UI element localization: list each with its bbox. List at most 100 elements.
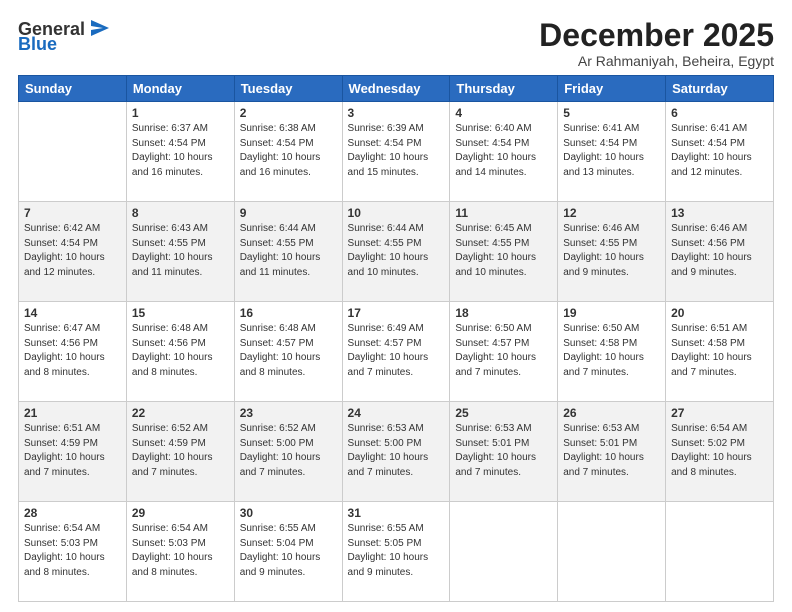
day-header-thursday: Thursday — [450, 76, 558, 102]
day-info: Sunrise: 6:48 AM Sunset: 4:56 PM Dayligh… — [132, 322, 229, 380]
day-number: 30 — [240, 506, 337, 520]
day-info: Sunrise: 6:41 AM Sunset: 4:54 PM Dayligh… — [563, 122, 660, 180]
day-number: 10 — [348, 206, 445, 220]
day-info: Sunrise: 6:46 AM Sunset: 4:55 PM Dayligh… — [563, 222, 660, 280]
calendar-cell: 14 Sunrise: 6:47 AM Sunset: 4:56 PM Dayli… — [19, 302, 127, 402]
day-number: 15 — [132, 306, 229, 320]
calendar-cell: 7Sunrise: 6:42 AM Sunset: 4:54 PM Daylig… — [19, 202, 127, 302]
day-number: 8 — [132, 206, 229, 220]
day-info: Sunrise: 6:53 AM Sunset: 5:01 PM Dayligh… — [563, 422, 660, 480]
calendar-table: SundayMondayTuesdayWednesdayThursdayFrid… — [18, 75, 774, 602]
day-info: Sunrise: 6:51 AM Sunset: 4:58 PM Dayligh… — [671, 322, 768, 380]
calendar-cell: 25Sunrise: 6:53 AM Sunset: 5:01 PM Dayli… — [450, 402, 558, 502]
day-number: 26 — [563, 406, 660, 420]
calendar-cell: 4Sunrise: 6:40 AM Sunset: 4:54 PM Daylig… — [450, 102, 558, 202]
calendar-cell: 24Sunrise: 6:53 AM Sunset: 5:00 PM Dayli… — [342, 402, 450, 502]
day-number: 18 — [455, 306, 552, 320]
day-header-friday: Friday — [558, 76, 666, 102]
calendar-cell: 26 Sunrise: 6:53 AM Sunset: 5:01 PM Dayli… — [558, 402, 666, 502]
location-title: Ar Rahmaniyah, Beheira, Egypt — [539, 53, 774, 69]
day-info: Sunrise: 6:48 AM Sunset: 4:57 PM Dayligh… — [240, 322, 337, 380]
logo-blue: Blue — [18, 34, 57, 55]
calendar-cell: 2 Sunrise: 6:38 AM Sunset: 4:54 PM Daylig… — [234, 102, 342, 202]
day-number: 31 — [348, 506, 445, 520]
day-info: Sunrise: 6:47 AM Sunset: 4:56 PM Dayligh… — [24, 322, 121, 380]
day-number: 20 — [671, 306, 768, 320]
day-info: Sunrise: 6:45 AM Sunset: 4:55 PM Dayligh… — [455, 222, 552, 280]
day-info: Sunrise: 6:41 AM Sunset: 4:54 PM Dayligh… — [671, 122, 768, 180]
day-number: 21 — [24, 406, 121, 420]
calendar-cell: 8 Sunrise: 6:43 AM Sunset: 4:55 PM Daylig… — [126, 202, 234, 302]
day-info: Sunrise: 6:42 AM Sunset: 4:54 PM Dayligh… — [24, 222, 121, 280]
day-info: Sunrise: 6:43 AM Sunset: 4:55 PM Dayligh… — [132, 222, 229, 280]
calendar-cell: 22 Sunrise: 6:52 AM Sunset: 4:59 PM Dayli… — [126, 402, 234, 502]
day-header-wednesday: Wednesday — [342, 76, 450, 102]
calendar-week-row: 21 Sunrise: 6:51 AM Sunset: 4:59 PM Dayli… — [19, 402, 774, 502]
day-info: Sunrise: 6:50 AM Sunset: 4:58 PM Dayligh… — [563, 322, 660, 380]
calendar-cell — [450, 502, 558, 602]
calendar-week-row: 1Sunrise: 6:37 AM Sunset: 4:54 PM Daylig… — [19, 102, 774, 202]
calendar-cell: 1Sunrise: 6:37 AM Sunset: 4:54 PM Daylig… — [126, 102, 234, 202]
day-info: Sunrise: 6:54 AM Sunset: 5:03 PM Dayligh… — [132, 522, 229, 580]
title-block: December 2025 Ar Rahmaniyah, Beheira, Eg… — [539, 18, 774, 69]
month-title: December 2025 — [539, 18, 774, 53]
calendar-cell — [558, 502, 666, 602]
day-number: 6 — [671, 106, 768, 120]
day-info: Sunrise: 6:55 AM Sunset: 5:04 PM Dayligh… — [240, 522, 337, 580]
day-number: 3 — [348, 106, 445, 120]
day-number: 11 — [455, 206, 552, 220]
logo: General Blue — [18, 18, 109, 55]
day-info: Sunrise: 6:44 AM Sunset: 4:55 PM Dayligh… — [240, 222, 337, 280]
day-info: Sunrise: 6:53 AM Sunset: 5:00 PM Dayligh… — [348, 422, 445, 480]
calendar-cell: 29 Sunrise: 6:54 AM Sunset: 5:03 PM Dayli… — [126, 502, 234, 602]
day-number: 29 — [132, 506, 229, 520]
calendar-week-row: 7Sunrise: 6:42 AM Sunset: 4:54 PM Daylig… — [19, 202, 774, 302]
calendar-cell: 30 Sunrise: 6:55 AM Sunset: 5:04 PM Dayli… — [234, 502, 342, 602]
day-info: Sunrise: 6:55 AM Sunset: 5:05 PM Dayligh… — [348, 522, 445, 580]
day-info: Sunrise: 6:52 AM Sunset: 5:00 PM Dayligh… — [240, 422, 337, 480]
calendar-cell: 20 Sunrise: 6:51 AM Sunset: 4:58 PM Dayli… — [666, 302, 774, 402]
day-number: 23 — [240, 406, 337, 420]
calendar-cell: 21 Sunrise: 6:51 AM Sunset: 4:59 PM Dayli… — [19, 402, 127, 502]
calendar-header-row: SundayMondayTuesdayWednesdayThursdayFrid… — [19, 76, 774, 102]
day-info: Sunrise: 6:46 AM Sunset: 4:56 PM Dayligh… — [671, 222, 768, 280]
day-header-sunday: Sunday — [19, 76, 127, 102]
day-number: 16 — [240, 306, 337, 320]
day-number: 14 — [24, 306, 121, 320]
day-info: Sunrise: 6:54 AM Sunset: 5:02 PM Dayligh… — [671, 422, 768, 480]
day-number: 28 — [24, 506, 121, 520]
day-number: 12 — [563, 206, 660, 220]
header: General Blue December 2025 Ar Rahmaniyah… — [18, 18, 774, 69]
calendar-week-row: 14 Sunrise: 6:47 AM Sunset: 4:56 PM Dayli… — [19, 302, 774, 402]
calendar-cell — [666, 502, 774, 602]
day-number: 5 — [563, 106, 660, 120]
calendar-cell: 18 Sunrise: 6:50 AM Sunset: 4:57 PM Dayli… — [450, 302, 558, 402]
day-number: 2 — [240, 106, 337, 120]
calendar-cell: 17Sunrise: 6:49 AM Sunset: 4:57 PM Dayli… — [342, 302, 450, 402]
calendar-cell: 31 Sunrise: 6:55 AM Sunset: 5:05 PM Dayli… — [342, 502, 450, 602]
day-number: 4 — [455, 106, 552, 120]
calendar-cell: 5 Sunrise: 6:41 AM Sunset: 4:54 PM Daylig… — [558, 102, 666, 202]
calendar-cell: 27Sunrise: 6:54 AM Sunset: 5:02 PM Dayli… — [666, 402, 774, 502]
calendar-cell: 10 Sunrise: 6:44 AM Sunset: 4:55 PM Dayli… — [342, 202, 450, 302]
day-info: Sunrise: 6:51 AM Sunset: 4:59 PM Dayligh… — [24, 422, 121, 480]
day-info: Sunrise: 6:37 AM Sunset: 4:54 PM Dayligh… — [132, 122, 229, 180]
day-info: Sunrise: 6:38 AM Sunset: 4:54 PM Dayligh… — [240, 122, 337, 180]
day-header-tuesday: Tuesday — [234, 76, 342, 102]
day-info: Sunrise: 6:44 AM Sunset: 4:55 PM Dayligh… — [348, 222, 445, 280]
calendar-cell: 16 Sunrise: 6:48 AM Sunset: 4:57 PM Dayli… — [234, 302, 342, 402]
calendar-cell: 6 Sunrise: 6:41 AM Sunset: 4:54 PM Daylig… — [666, 102, 774, 202]
calendar-cell: 19Sunrise: 6:50 AM Sunset: 4:58 PM Dayli… — [558, 302, 666, 402]
day-info: Sunrise: 6:50 AM Sunset: 4:57 PM Dayligh… — [455, 322, 552, 380]
logo-icon — [87, 18, 109, 40]
day-number: 25 — [455, 406, 552, 420]
day-info: Sunrise: 6:52 AM Sunset: 4:59 PM Dayligh… — [132, 422, 229, 480]
day-number: 22 — [132, 406, 229, 420]
calendar-cell: 9Sunrise: 6:44 AM Sunset: 4:55 PM Daylig… — [234, 202, 342, 302]
calendar-cell — [19, 102, 127, 202]
calendar-week-row: 28 Sunrise: 6:54 AM Sunset: 5:03 PM Dayli… — [19, 502, 774, 602]
calendar-cell: 23 Sunrise: 6:52 AM Sunset: 5:00 PM Dayli… — [234, 402, 342, 502]
calendar-cell: 28Sunrise: 6:54 AM Sunset: 5:03 PM Dayli… — [19, 502, 127, 602]
day-header-saturday: Saturday — [666, 76, 774, 102]
day-header-monday: Monday — [126, 76, 234, 102]
